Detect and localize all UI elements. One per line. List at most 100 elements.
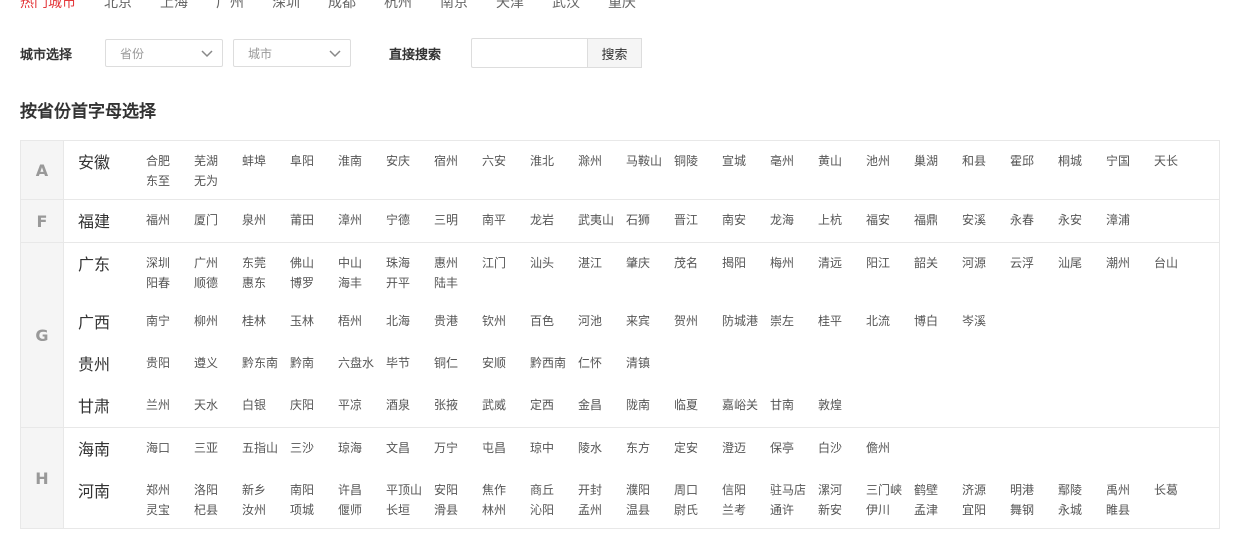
city-link[interactable]: 防城港 xyxy=(722,311,770,335)
city-link[interactable]: 滑县 xyxy=(434,500,482,520)
city-link[interactable]: 阜阳 xyxy=(290,151,338,171)
city-link[interactable]: 天水 xyxy=(194,395,242,419)
city-link[interactable]: 淮南 xyxy=(338,151,386,171)
city-link[interactable]: 莆田 xyxy=(290,210,338,234)
city-link[interactable]: 梅州 xyxy=(770,253,818,273)
city-link[interactable]: 仁怀 xyxy=(578,353,626,377)
city-link[interactable]: 三沙 xyxy=(290,438,338,462)
city-link[interactable]: 陇南 xyxy=(626,395,674,419)
city-link[interactable]: 焦作 xyxy=(482,480,530,500)
city-link[interactable]: 宁国 xyxy=(1106,151,1154,171)
city-link[interactable]: 泉州 xyxy=(242,210,290,234)
city-link[interactable]: 湛江 xyxy=(578,253,626,273)
city-link[interactable]: 南阳 xyxy=(290,480,338,500)
city-link[interactable]: 崇左 xyxy=(770,311,818,335)
city-link[interactable]: 福鼎 xyxy=(914,210,962,234)
province-name[interactable]: 甘肃 xyxy=(64,395,134,419)
city-link[interactable]: 宜阳 xyxy=(962,500,1010,520)
city-link[interactable]: 长葛 xyxy=(1154,480,1202,500)
city-link[interactable]: 铜陵 xyxy=(674,151,722,171)
city-link[interactable]: 江门 xyxy=(482,253,530,273)
city-link[interactable]: 顺德 xyxy=(194,273,242,293)
city-link[interactable]: 孟州 xyxy=(578,500,626,520)
city-link[interactable]: 惠东 xyxy=(242,273,290,293)
city-link[interactable]: 桂平 xyxy=(818,311,866,335)
city-link[interactable]: 合肥 xyxy=(146,151,194,171)
hot-city-link[interactable]: 深圳 xyxy=(272,0,300,12)
city-link[interactable]: 临夏 xyxy=(674,395,722,419)
hot-city-link[interactable]: 武汉 xyxy=(552,0,580,12)
city-link[interactable]: 亳州 xyxy=(770,151,818,171)
city-link[interactable]: 淮北 xyxy=(530,151,578,171)
province-name[interactable]: 广西 xyxy=(64,311,134,335)
city-link[interactable]: 岑溪 xyxy=(962,311,1010,335)
city-link[interactable]: 敦煌 xyxy=(818,395,866,419)
city-link[interactable]: 中山 xyxy=(338,253,386,273)
city-link[interactable]: 无为 xyxy=(194,171,242,191)
city-link[interactable]: 定西 xyxy=(530,395,578,419)
city-link[interactable]: 周口 xyxy=(674,480,722,500)
city-link[interactable]: 禹州 xyxy=(1106,480,1154,500)
city-link[interactable]: 龙海 xyxy=(770,210,818,234)
city-link[interactable]: 沁阳 xyxy=(530,500,578,520)
city-link[interactable]: 黔西南 xyxy=(530,353,578,377)
province-name[interactable]: 安徽 xyxy=(64,151,134,191)
city-link[interactable]: 肇庆 xyxy=(626,253,674,273)
city-link[interactable]: 南安 xyxy=(722,210,770,234)
city-link[interactable]: 通许 xyxy=(770,500,818,520)
city-link[interactable]: 深圳 xyxy=(146,253,194,273)
city-link[interactable]: 项城 xyxy=(290,500,338,520)
city-link[interactable]: 东莞 xyxy=(242,253,290,273)
city-link[interactable]: 晋江 xyxy=(674,210,722,234)
city-link[interactable]: 洛阳 xyxy=(194,480,242,500)
city-link[interactable]: 石狮 xyxy=(626,210,674,234)
city-link[interactable]: 三门峡 xyxy=(866,480,914,500)
city-link[interactable]: 钦州 xyxy=(482,311,530,335)
city-link[interactable]: 保亭 xyxy=(770,438,818,462)
city-link[interactable]: 宣城 xyxy=(722,151,770,171)
city-link[interactable]: 贵阳 xyxy=(146,353,194,377)
city-link[interactable]: 鹤壁 xyxy=(914,480,962,500)
city-link[interactable]: 甘南 xyxy=(770,395,818,419)
city-link[interactable]: 杞县 xyxy=(194,500,242,520)
city-link[interactable]: 陵水 xyxy=(578,438,626,462)
city-link[interactable]: 文昌 xyxy=(386,438,434,462)
city-link[interactable]: 安溪 xyxy=(962,210,1010,234)
city-link[interactable]: 六安 xyxy=(482,151,530,171)
hot-city-link[interactable]: 成都 xyxy=(328,0,356,12)
city-link[interactable]: 白银 xyxy=(242,395,290,419)
city-link[interactable]: 兰州 xyxy=(146,395,194,419)
city-link[interactable]: 广州 xyxy=(194,253,242,273)
city-link[interactable]: 福安 xyxy=(866,210,914,234)
city-link[interactable]: 河池 xyxy=(578,311,626,335)
city-link[interactable]: 桂林 xyxy=(242,311,290,335)
city-link[interactable]: 玉林 xyxy=(290,311,338,335)
city-link[interactable]: 梧州 xyxy=(338,311,386,335)
city-link[interactable]: 武夷山 xyxy=(578,210,626,234)
city-link[interactable]: 东方 xyxy=(626,438,674,462)
city-link[interactable]: 珠海 xyxy=(386,253,434,273)
city-link[interactable]: 揭阳 xyxy=(722,253,770,273)
hot-city-link[interactable]: 广州 xyxy=(216,0,244,12)
city-link[interactable]: 清远 xyxy=(818,253,866,273)
city-link[interactable]: 漳浦 xyxy=(1106,210,1154,234)
city-link[interactable]: 云浮 xyxy=(1010,253,1058,273)
city-link[interactable]: 孟津 xyxy=(914,500,962,520)
city-link[interactable]: 厦门 xyxy=(194,210,242,234)
hot-city-link[interactable]: 天津 xyxy=(496,0,524,12)
city-link[interactable]: 琼海 xyxy=(338,438,386,462)
city-link[interactable]: 龙岩 xyxy=(530,210,578,234)
city-link[interactable]: 柳州 xyxy=(194,311,242,335)
city-link[interactable]: 漳州 xyxy=(338,210,386,234)
city-link[interactable]: 明港 xyxy=(1010,480,1058,500)
city-link[interactable]: 韶关 xyxy=(914,253,962,273)
city-link[interactable]: 五指山 xyxy=(242,438,290,462)
city-link[interactable]: 贵港 xyxy=(434,311,482,335)
city-link[interactable]: 桐城 xyxy=(1058,151,1106,171)
city-link[interactable]: 六盘水 xyxy=(338,353,386,377)
city-link[interactable]: 灵宝 xyxy=(146,500,194,520)
city-link[interactable]: 开平 xyxy=(386,273,434,293)
city-link[interactable]: 南宁 xyxy=(146,311,194,335)
city-link[interactable]: 陆丰 xyxy=(434,273,482,293)
city-link[interactable]: 温县 xyxy=(626,500,674,520)
